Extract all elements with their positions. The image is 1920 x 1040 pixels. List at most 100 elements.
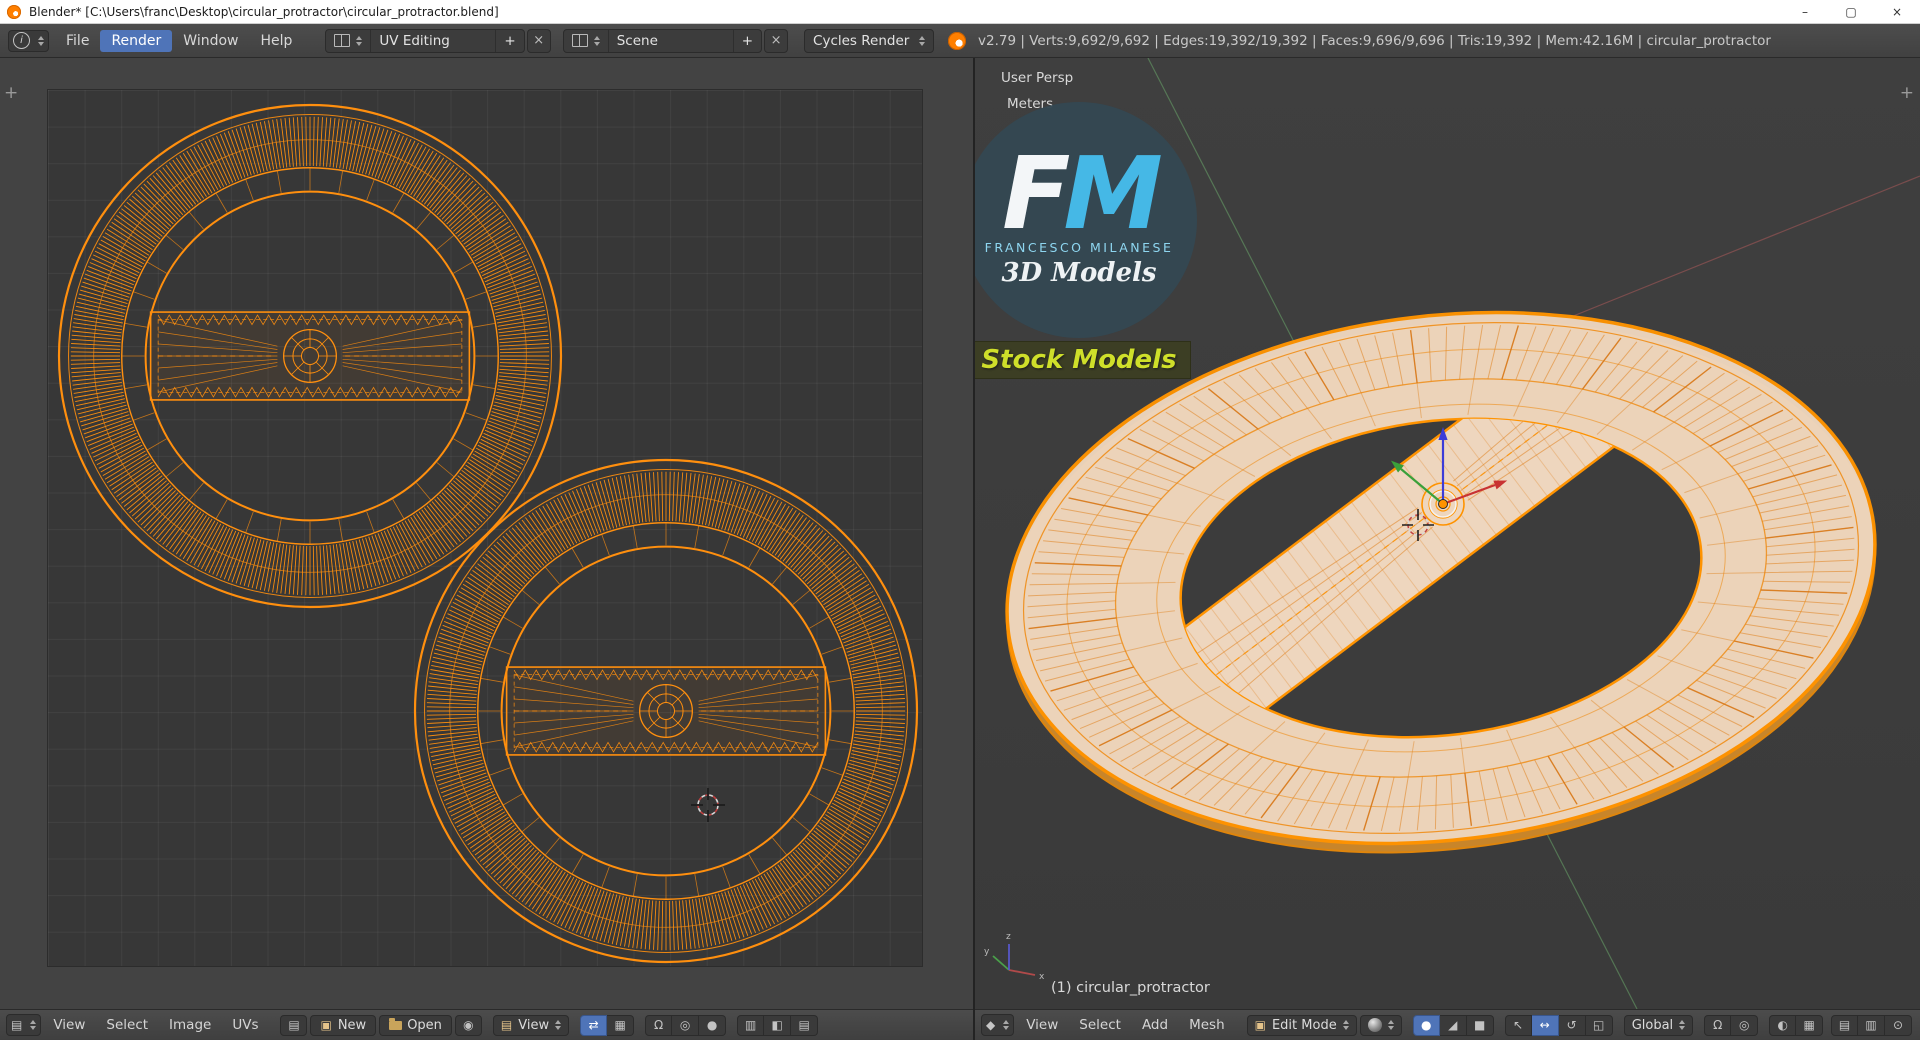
uv-display-dropdown[interactable]: ▤ View [492,1014,570,1036]
menu-file[interactable]: File [55,30,100,52]
dropdown-arrows-icon [356,35,363,46]
dropdown-arrows-icon [1003,1020,1010,1030]
new-image-icon: ▣ [320,1018,332,1032]
svg-text:y: y [984,947,990,957]
draw-other-icon: ▤ [798,1018,810,1032]
uv-menu-image[interactable]: Image [160,1017,220,1033]
image-open-button[interactable]: Open [379,1014,452,1036]
uv-wireframe-svg[interactable] [0,58,973,1009]
render-anim-icon: ▦ [1803,1018,1815,1032]
right-tool-group: ▤ ▥ ⊙ [1831,1014,1912,1036]
edge-select-button[interactable]: ◢ [1439,1014,1467,1036]
layout-close-button[interactable]: × [526,28,551,53]
occlude-geometry-button[interactable]: ▤ [1831,1014,1858,1036]
uv-tool-button-2[interactable]: ◧ [764,1014,792,1036]
render-engine-value: Cycles Render [813,32,910,49]
scene-name-field[interactable]: Scene [609,29,734,52]
translate-icon: ↔ [1539,1018,1550,1032]
image-new-button[interactable]: ▣ New [310,1014,377,1036]
rotate-manipulator-button[interactable]: ↺ [1558,1014,1586,1036]
v3d-editor-type-button[interactable]: ◆ [981,1014,1015,1036]
layout-add-button[interactable]: + [496,30,523,52]
sync-icon: ⇄ [588,1018,599,1032]
dropdown-arrows-icon [1387,1020,1394,1030]
scene-close-button[interactable]: × [764,28,789,53]
area-corner-widget[interactable]: + [4,85,18,102]
uv-menu-select[interactable]: Select [97,1017,157,1033]
v3d-menu-add[interactable]: Add [1133,1017,1177,1033]
manipulator-toggle-button[interactable]: ↖ [1504,1014,1532,1036]
uv-menu-view[interactable]: View [44,1017,94,1033]
vertex-icon: ● [1420,1018,1432,1032]
pointer-icon: ↖ [1513,1018,1524,1032]
occlude-icon: ▤ [1838,1018,1851,1032]
mode-dropdown[interactable]: ▣ Edit Mode [1246,1014,1357,1036]
area-corner-widget[interactable]: + [1900,85,1914,102]
render-still-icon: ◐ [1777,1018,1788,1032]
vertex-select-button[interactable]: ● [1412,1014,1440,1036]
blender-logo-icon [948,31,967,50]
layout-name-field[interactable]: UV Editing [371,29,497,52]
proportional-icon: ▥ [1865,1018,1877,1032]
uv-selectmode-button[interactable]: ▦ [607,1014,635,1036]
image-browse-button[interactable]: ▤ [280,1014,308,1036]
display-image-icon: ▤ [500,1018,513,1032]
extra-options-button[interactable]: ⊙ [1885,1014,1912,1036]
orientation-dropdown[interactable]: Global [1623,1014,1694,1036]
snap-toggle-button[interactable]: Ω [1704,1014,1732,1036]
v3d-menu-mesh[interactable]: Mesh [1180,1017,1234,1033]
menu-render[interactable]: Render [100,29,173,52]
fm-logo-tagline: 3D Models [1001,257,1157,288]
close-button[interactable]: × [1874,0,1920,24]
magnet-icon: Ω [1713,1018,1723,1032]
stock-models-banner: Stock Models [975,341,1191,379]
fm-logo-letters: FM [1002,134,1163,252]
maximize-button[interactable]: ▢ [1828,0,1874,24]
window-titlebar[interactable]: Blender* [C:\Users\franc\Desktop\circula… [0,0,1920,24]
shading-dropdown[interactable] [1359,1014,1402,1036]
dropdown-arrows-icon [919,35,926,46]
uv-tool-button-1[interactable]: ▥ [737,1014,765,1036]
scene-browse-button[interactable] [564,29,609,52]
minimize-button[interactable]: – [1782,0,1828,24]
layout-browse-button[interactable] [326,29,372,52]
uv-tool-button-3[interactable]: ▤ [791,1014,819,1036]
v3d-menu-select[interactable]: Select [1070,1017,1130,1033]
options-icon: ⊙ [1892,1018,1904,1032]
uv-menu-uvs[interactable]: UVs [223,1017,267,1033]
render-engine-dropdown[interactable]: Cycles Render [804,28,935,53]
opengl-render-button[interactable]: ◐ [1769,1014,1797,1036]
viewport-3d-icon: ◆ [986,1018,996,1032]
edge-icon: ◢ [1448,1018,1458,1032]
pin-icon: ◉ [463,1018,474,1032]
menu-window[interactable]: Window [172,30,249,52]
viewport-3d-header: ◆ View Select Add Mesh ▣ Edit Mode ● ◢ ■… [975,1009,1920,1040]
menu-help[interactable]: Help [249,30,303,52]
screen-layout-icon [334,34,351,47]
uv-snap-button[interactable]: Ω [645,1014,673,1036]
proportional-edit-button[interactable]: ▥ [1858,1014,1885,1036]
uv-editor-type-button[interactable]: ▤ [6,1014,42,1036]
translate-manipulator-button[interactable]: ↔ [1531,1014,1559,1036]
screen-layout-selector[interactable]: UV Editing + [325,28,525,53]
uv-editor-header: ▤ View Select Image UVs ▤ ▣ New Open ◉ ▤… [0,1009,973,1040]
uv-snap-target-button[interactable]: ◎ [672,1014,700,1036]
opengl-anim-button[interactable]: ▦ [1796,1014,1824,1036]
v3d-menu-view[interactable]: View [1017,1017,1067,1033]
uv-pivot-button[interactable]: ● [699,1014,727,1036]
snap-element-button[interactable]: ◎ [1731,1014,1759,1036]
uv-sync-selection-button[interactable]: ⇄ [580,1014,608,1036]
uv-editor-pane[interactable]: + [0,58,973,1009]
svg-text:x: x [1039,972,1045,982]
open-folder-icon [389,1017,403,1030]
scale-manipulator-button[interactable]: ◱ [1585,1014,1613,1036]
info-editor-type-button[interactable]: i [8,29,49,52]
pin-button[interactable]: ◉ [454,1014,482,1036]
uv-snap-group: Ω ◎ ● [645,1014,727,1036]
face-select-button[interactable]: ■ [1466,1014,1494,1036]
scene-add-button[interactable]: + [734,30,761,52]
viewport-3d-pane[interactable]: xyz User Persp Meters (1) circular_protr… [975,58,1920,1009]
scene-selector[interactable]: Scene + [562,28,763,53]
view-name-label: User Persp [1001,70,1074,86]
select-mode-icon: ▦ [614,1018,626,1032]
